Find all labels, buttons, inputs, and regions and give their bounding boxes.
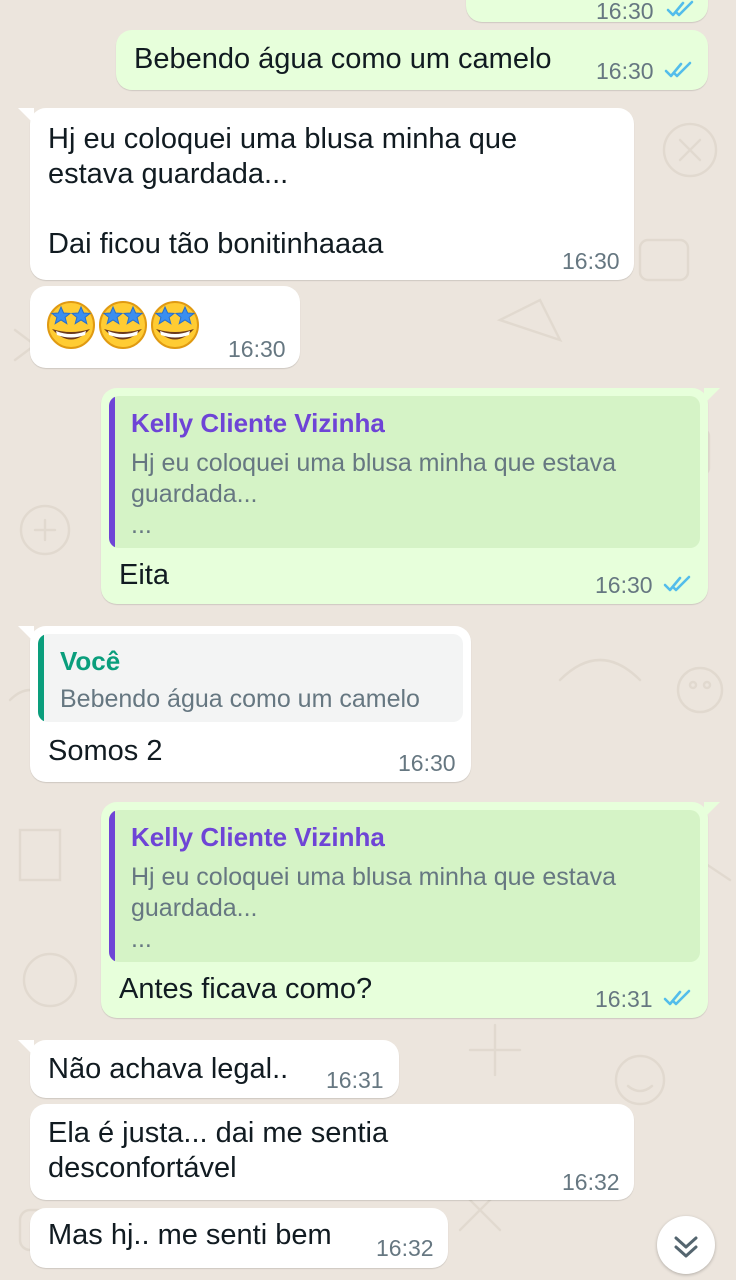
quote-text: Hj eu coloquei uma blusa minha que estav… [131,863,617,953]
star-struck-emoji [151,301,199,349]
quote-accent-bar [38,634,44,722]
quote-text: Hj eu coloquei uma blusa minha que estav… [131,449,617,539]
quote-accent-bar [109,396,115,548]
double-check-icon [663,989,691,1006]
quote-author: Kelly Cliente Vizinha [131,822,385,852]
bubble-tail [18,108,34,124]
bubble-tail [704,388,720,404]
incoming-message[interactable]: Não achava legal.. 16:31 [18,1040,399,1098]
quote-accent-bar [109,810,115,962]
incoming-reply-message[interactable]: Você Bebendo água como um camelo Somos 2… [18,626,471,782]
outgoing-message-partial[interactable]: 16:30 [466,0,708,24]
quoted-message[interactable]: Você Bebendo água como um camelo [38,634,463,722]
quote-author: Kelly Cliente Vizinha [131,408,385,438]
message-time: 16:30 [596,58,654,84]
message-time: 16:30 [398,750,456,776]
incoming-message[interactable]: Ela é justa... dai me sentia desconfortá… [30,1104,634,1200]
quoted-message[interactable]: Kelly Cliente Vizinha Hj eu coloquei uma… [109,396,700,548]
message-text: Hj eu coloquei uma blusa minha que estav… [48,123,518,260]
outgoing-reply-message[interactable]: Kelly Cliente Vizinha Hj eu coloquei uma… [101,388,720,604]
message-text: Eita [119,559,169,591]
double-chevron-down-icon [674,1236,698,1258]
message-time: 16:30 [562,248,620,274]
message-text: Antes ficava como? [119,973,373,1005]
message-time: 16:31 [595,986,653,1012]
incoming-message[interactable]: Mas hj.. me senti bem 16:32 [30,1208,448,1268]
star-struck-emoji [47,301,95,349]
quote-author: Você [60,646,121,676]
incoming-message[interactable]: Hj eu coloquei uma blusa minha que estav… [18,108,634,280]
outgoing-message[interactable]: Bebendo água como um camelo 16:30 [116,30,708,90]
quote-text: Bebendo água como um camelo [60,685,420,713]
quoted-message[interactable]: Kelly Cliente Vizinha Hj eu coloquei uma… [109,810,700,962]
outgoing-reply-message[interactable]: Kelly Cliente Vizinha Hj eu coloquei uma… [101,802,720,1018]
double-check-icon [663,575,691,592]
scroll-to-bottom-button[interactable] [657,1216,715,1274]
message-time: 16:32 [562,1169,620,1195]
chat-conversation[interactable]: 16:30 Bebendo água como um camelo 16:30 … [0,0,736,1280]
message-text: Ela é justa... dai me sentia desconfortá… [48,1117,389,1184]
bubble-tail [18,1040,34,1056]
message-time: 16:31 [326,1067,384,1093]
message-time: 16:30 [596,0,654,24]
message-time: 16:32 [376,1235,434,1261]
message-time: 16:30 [228,336,286,362]
message-text: Somos 2 [48,735,163,767]
bubble-tail [18,626,34,642]
double-check-icon [664,61,692,78]
double-check-icon [666,0,694,17]
message-text: Não achava legal.. [48,1053,289,1085]
incoming-emoji-message[interactable]: 16:30 [30,286,300,368]
message-time: 16:30 [595,572,653,598]
bubble-tail [704,802,720,818]
message-text: Mas hj.. me senti bem [48,1219,332,1251]
star-struck-emoji [99,301,147,349]
message-text: Bebendo água como um camelo [134,43,552,75]
